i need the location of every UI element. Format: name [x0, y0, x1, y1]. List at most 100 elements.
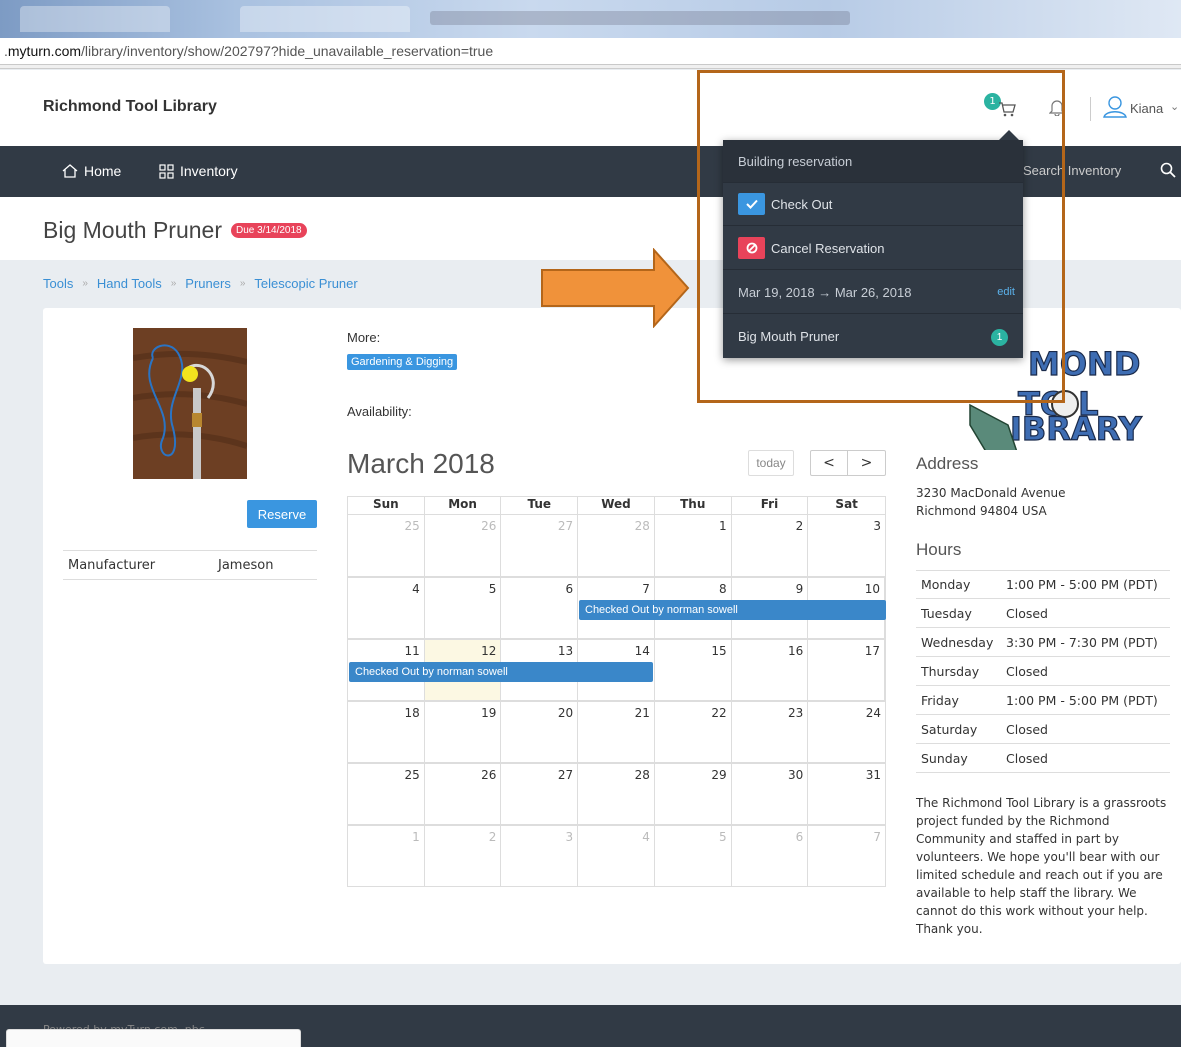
- prev-month-button[interactable]: <: [811, 451, 849, 475]
- calendar-day[interactable]: 27: [501, 764, 579, 824]
- nav-home[interactable]: Home: [62, 163, 121, 179]
- calendar-week: 4 5 6 7 8 9 10 Checked Out by norman sow…: [347, 577, 886, 639]
- calendar-day[interactable]: 6: [732, 826, 809, 886]
- breadcrumb-link[interactable]: Tools: [43, 276, 73, 291]
- brand-name[interactable]: Richmond Tool Library: [43, 98, 217, 116]
- attribute-key: Manufacturer: [68, 558, 156, 573]
- checkout-event[interactable]: Checked Out by norman sowell: [579, 600, 886, 620]
- home-icon: [62, 164, 78, 178]
- hours-time: 1:00 PM - 5:00 PM (PDT): [1006, 692, 1158, 708]
- chevron-down-icon[interactable]: ⌄: [1170, 100, 1179, 113]
- calendar-day[interactable]: 20: [501, 702, 579, 762]
- weekday-header: Tue: [501, 497, 579, 514]
- calendar-day[interactable]: 19: [425, 702, 502, 762]
- annotation-highlight-box: [697, 70, 1065, 403]
- nav-inventory[interactable]: Inventory: [159, 163, 238, 179]
- calendar-day[interactable]: 27: [501, 515, 579, 576]
- calendar-day[interactable]: 30: [732, 764, 809, 824]
- calendar-day[interactable]: 5: [425, 578, 502, 638]
- hours-time: Closed: [1006, 605, 1048, 621]
- hours-time: Closed: [1006, 721, 1048, 737]
- calendar-day[interactable]: 25: [348, 515, 425, 576]
- calendar-day[interactable]: 1: [655, 515, 732, 576]
- calendar-day[interactable]: 25: [348, 764, 425, 824]
- hours-time: 3:30 PM - 7:30 PM (PDT): [1006, 634, 1158, 650]
- browser-tab[interactable]: [20, 6, 170, 32]
- calendar-day[interactable]: 28: [578, 764, 655, 824]
- hours-row: Saturday Closed: [916, 715, 1170, 744]
- calendar-day[interactable]: 6: [501, 578, 579, 638]
- breadcrumb-separator-icon: »: [239, 278, 246, 289]
- calendar-day[interactable]: 2: [732, 515, 809, 576]
- calendar-header: Sun Mon Tue Wed Thu Fri Sat: [347, 496, 886, 514]
- calendar-day[interactable]: 28: [578, 515, 655, 576]
- header-divider: [1090, 97, 1091, 121]
- weekday-header: Sun: [348, 497, 425, 514]
- grid-icon: [159, 163, 174, 179]
- calendar-day[interactable]: 2: [425, 826, 502, 886]
- browser-titlebar: [0, 0, 1181, 38]
- breadcrumb-link[interactable]: Pruners: [185, 276, 231, 291]
- user-name[interactable]: Kiana: [1130, 101, 1163, 116]
- calendar-day[interactable]: 29: [655, 764, 732, 824]
- address-bar[interactable]: .myturn.com/library/inventory/show/20279…: [0, 38, 1181, 65]
- weekday-header: Wed: [578, 497, 655, 514]
- search-icon[interactable]: [1160, 162, 1176, 178]
- item-photo[interactable]: [133, 328, 247, 479]
- calendar-day[interactable]: 16: [732, 640, 809, 700]
- calendar-day[interactable]: 5: [655, 826, 732, 886]
- calendar-day[interactable]: 17: [808, 640, 886, 700]
- today-button[interactable]: today: [748, 450, 794, 476]
- address-text: 3230 MacDonald Avenue Richmond 94804 USA: [916, 484, 1066, 520]
- calendar-day[interactable]: 24: [808, 702, 885, 762]
- nav-home-label: Home: [84, 163, 122, 179]
- calendar-nav: < >: [810, 450, 886, 476]
- category-tag[interactable]: Gardening & Digging: [347, 354, 458, 370]
- calendar-day[interactable]: 3: [501, 826, 579, 886]
- hours-title: Hours: [916, 540, 962, 559]
- breadcrumb: Tools » Hand Tools » Pruners » Telescopi…: [43, 276, 358, 291]
- hours-row: Sunday Closed: [916, 744, 1170, 773]
- hours-day: Wednesday: [921, 634, 994, 650]
- hours-day: Friday: [921, 692, 959, 708]
- breadcrumb-separator-icon: »: [170, 278, 177, 289]
- attribute-table: Manufacturer Jameson: [63, 550, 317, 580]
- calendar-week: 25 26 27 28 1 2 3: [347, 514, 886, 577]
- calendar-day[interactable]: 3: [808, 515, 885, 576]
- calendar-day[interactable]: 22: [655, 702, 732, 762]
- toolbar-divider: [0, 65, 1181, 69]
- checkout-event[interactable]: Checked Out by norman sowell: [349, 662, 653, 682]
- calendar-day[interactable]: 4: [348, 578, 425, 638]
- calendar-grid: Sun Mon Tue Wed Thu Fri Sat 25 26 27 28 …: [347, 496, 886, 887]
- weekday-header: Mon: [425, 497, 502, 514]
- breadcrumb-separator-icon: »: [82, 278, 88, 289]
- calendar-day[interactable]: 23: [732, 702, 809, 762]
- calendar-week: 11 12 13 14 15 16 17 Checked Out by norm…: [347, 639, 886, 701]
- calendar-day[interactable]: 26: [425, 515, 502, 576]
- calendar-week: 25 26 27 28 29 30 31: [347, 763, 886, 825]
- breadcrumb-link[interactable]: Hand Tools: [97, 276, 162, 291]
- nav-inventory-label: Inventory: [180, 163, 238, 179]
- download-bar: [6, 1029, 301, 1047]
- annotation-arrow-icon: [541, 248, 690, 328]
- item-detail-card: Reserve Manufacturer Jameson More: Garde…: [43, 308, 1181, 964]
- hours-row: Friday 1:00 PM - 5:00 PM (PDT): [916, 686, 1170, 715]
- hours-day: Tuesday: [921, 605, 972, 621]
- calendar-day[interactable]: 21: [578, 702, 655, 762]
- calendar-day[interactable]: 15: [655, 640, 732, 700]
- hours-day: Monday: [921, 577, 971, 592]
- calendar-day[interactable]: 18: [348, 702, 425, 762]
- next-month-button[interactable]: >: [848, 451, 885, 475]
- calendar-day[interactable]: 7: [808, 826, 885, 886]
- user-icon[interactable]: [1103, 96, 1127, 118]
- reserve-button[interactable]: Reserve: [247, 500, 317, 528]
- calendar-day[interactable]: 4: [578, 826, 655, 886]
- calendar-day[interactable]: 1: [348, 826, 425, 886]
- hours-day: Sunday: [921, 750, 968, 766]
- calendar-day[interactable]: 31: [808, 764, 885, 824]
- browser-tab[interactable]: [240, 6, 410, 32]
- hours-time: Closed: [1006, 663, 1048, 679]
- calendar-week: 18 19 20 21 22 23 24: [347, 701, 886, 763]
- breadcrumb-link[interactable]: Telescopic Pruner: [254, 276, 357, 291]
- calendar-day[interactable]: 26: [425, 764, 502, 824]
